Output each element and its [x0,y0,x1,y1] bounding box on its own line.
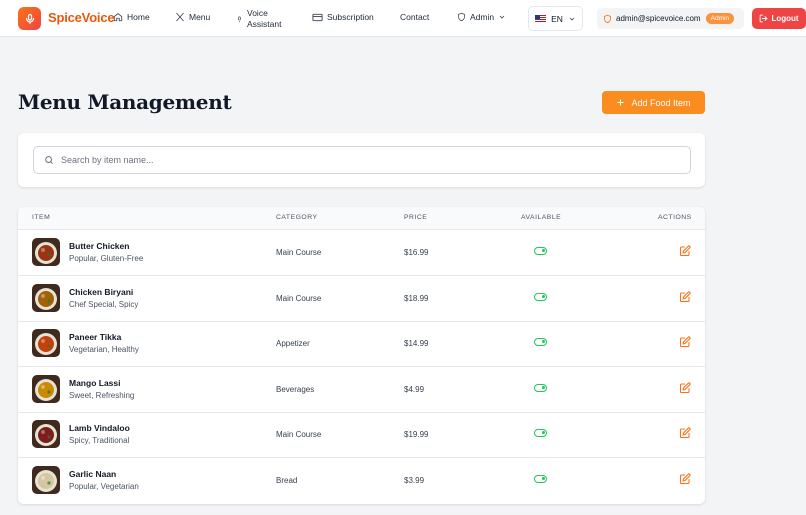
language-selector[interactable]: EN [528,6,583,31]
item-price: $4.99 [404,384,425,394]
nav-home-label: Home [127,12,150,22]
nav-menu[interactable]: Menu [175,12,210,22]
food-thumbnail [32,329,60,358]
microphone-small-icon [238,16,241,22]
item-category: Main Course [276,248,322,257]
food-thumbnail [32,420,60,449]
edit-icon[interactable] [679,336,691,348]
item-tags: Sweet, Refreshing [69,390,135,400]
nav-voice-line2: Assistant [247,19,282,29]
nav-home[interactable]: Home [113,12,150,22]
nav-voice-label: Voice Assistant [247,8,282,30]
column-header-category[interactable]: CATEGORY [276,214,318,221]
item-name: Mango Lassi [69,377,121,388]
table-row: Butter Chicken Popular, Gluten-Free Main C… [18,230,705,276]
item-tags: Popular, Gluten-Free [69,254,144,263]
chevron-down-icon [499,15,505,19]
nav-voice-assistant[interactable]: Voice Assistant [236,8,282,30]
availability-toggle-icon[interactable] [534,247,547,255]
item-price: $19.99 [404,430,429,440]
column-header-available: AVAILABLE [521,214,562,221]
shield-icon [604,14,611,23]
flag-us-icon [535,14,547,23]
item-category: Main Course [276,293,322,303]
app-name[interactable]: SpiceVoice [48,10,115,25]
nav-subscription-label: Subscription [327,12,374,22]
food-thumbnail [32,283,60,312]
logout-button[interactable]: Logout [752,8,806,29]
item-category: Main Course [276,430,322,440]
table-header: ITEM CATEGORY PRICE AVAILABLE ACTIONS [18,207,705,230]
user-email: admin@spicevoice.com [616,14,701,23]
item-price: $16.99 [404,248,429,257]
item-name: Chicken Biryani [69,286,134,297]
item-tags: Chef Special, Spicy [69,299,139,309]
table-row: Mango Lassi Sweet, Refreshing Beverages $4.… [18,367,705,413]
logo-microphone-icon[interactable] [18,7,41,30]
search-box[interactable] [33,146,691,174]
logout-icon [760,14,768,23]
column-header-actions: ACTIONS [658,214,692,221]
item-name: Garlic Naan [69,469,117,479]
search-card [18,133,705,187]
availability-toggle-icon[interactable] [534,383,547,392]
availability-toggle-icon[interactable] [534,292,547,301]
home-icon [113,13,123,22]
search-input[interactable] [61,155,661,165]
nav-contact-label: Contact [400,12,430,22]
add-food-item-button[interactable]: Add Food Item [602,91,705,114]
nav-admin-label: Admin [470,12,495,22]
plus-icon [617,99,625,106]
table-row: Paneer Tikka Vegetarian, Healthy Appetizer… [18,321,705,368]
item-name: Paneer Tikka [69,332,122,343]
nav-admin-dropdown[interactable]: Admin [457,12,506,22]
availability-toggle-icon[interactable] [534,429,547,438]
food-thumbnail [32,238,60,266]
logout-label: Logout [771,14,799,23]
column-header-price[interactable]: PRICE [404,214,427,221]
page-title: Menu Management [18,90,232,114]
edit-icon[interactable] [679,245,691,257]
edit-icon[interactable] [679,290,691,303]
column-header-item[interactable]: ITEM [32,214,50,221]
top-navbar: SpiceVoice Home Menu Voice Assistant Sub… [0,0,806,37]
item-tags: Popular, Vegetarian [69,482,139,491]
edit-icon[interactable] [679,427,691,439]
language-code: EN [551,13,563,24]
credit-card-icon [312,13,323,21]
item-category: Appetizer [276,339,310,349]
item-name: Butter Chicken [69,241,130,251]
nav-contact[interactable]: Contact [400,12,429,22]
add-food-item-label: Add Food Item [631,97,691,108]
search-icon [45,156,53,164]
user-account[interactable]: admin@spicevoice.com Admin [597,8,744,29]
shield-icon [458,12,465,22]
availability-toggle-icon[interactable] [534,338,547,347]
item-price: $3.99 [404,476,425,485]
availability-toggle-icon[interactable] [534,475,547,483]
edit-icon[interactable] [679,473,691,485]
item-price: $18.99 [404,293,429,303]
chevron-down-icon [569,17,575,21]
nav-subscription[interactable]: Subscription [312,12,374,22]
role-badge: Admin [705,13,735,24]
table-row: Chicken Biryani Chef Special, Spicy Main C… [18,276,705,322]
table-row: Garlic Naan Popular, Vegetarian Bread $3.99 [18,458,705,504]
item-category: Beverages [276,384,315,394]
nav-voice-line1: Voice [247,8,268,18]
item-category: Bread [276,476,298,485]
item-price: $14.99 [404,339,429,349]
food-thumbnail [32,374,60,403]
item-name: Lamb Vindaloo [69,423,130,434]
edit-icon[interactable] [679,382,691,394]
table-row: Lamb Vindaloo Spicy, Traditional Main Cour… [18,412,705,459]
item-tags: Spicy, Traditional [69,436,130,446]
item-tags: Vegetarian, Healthy [69,345,139,355]
utensils-icon [176,12,184,22]
food-thumbnail [32,466,60,494]
nav-menu-label: Menu [189,12,211,22]
menu-table: ITEM CATEGORY PRICE AVAILABLE ACTIONS Bu… [18,207,705,504]
